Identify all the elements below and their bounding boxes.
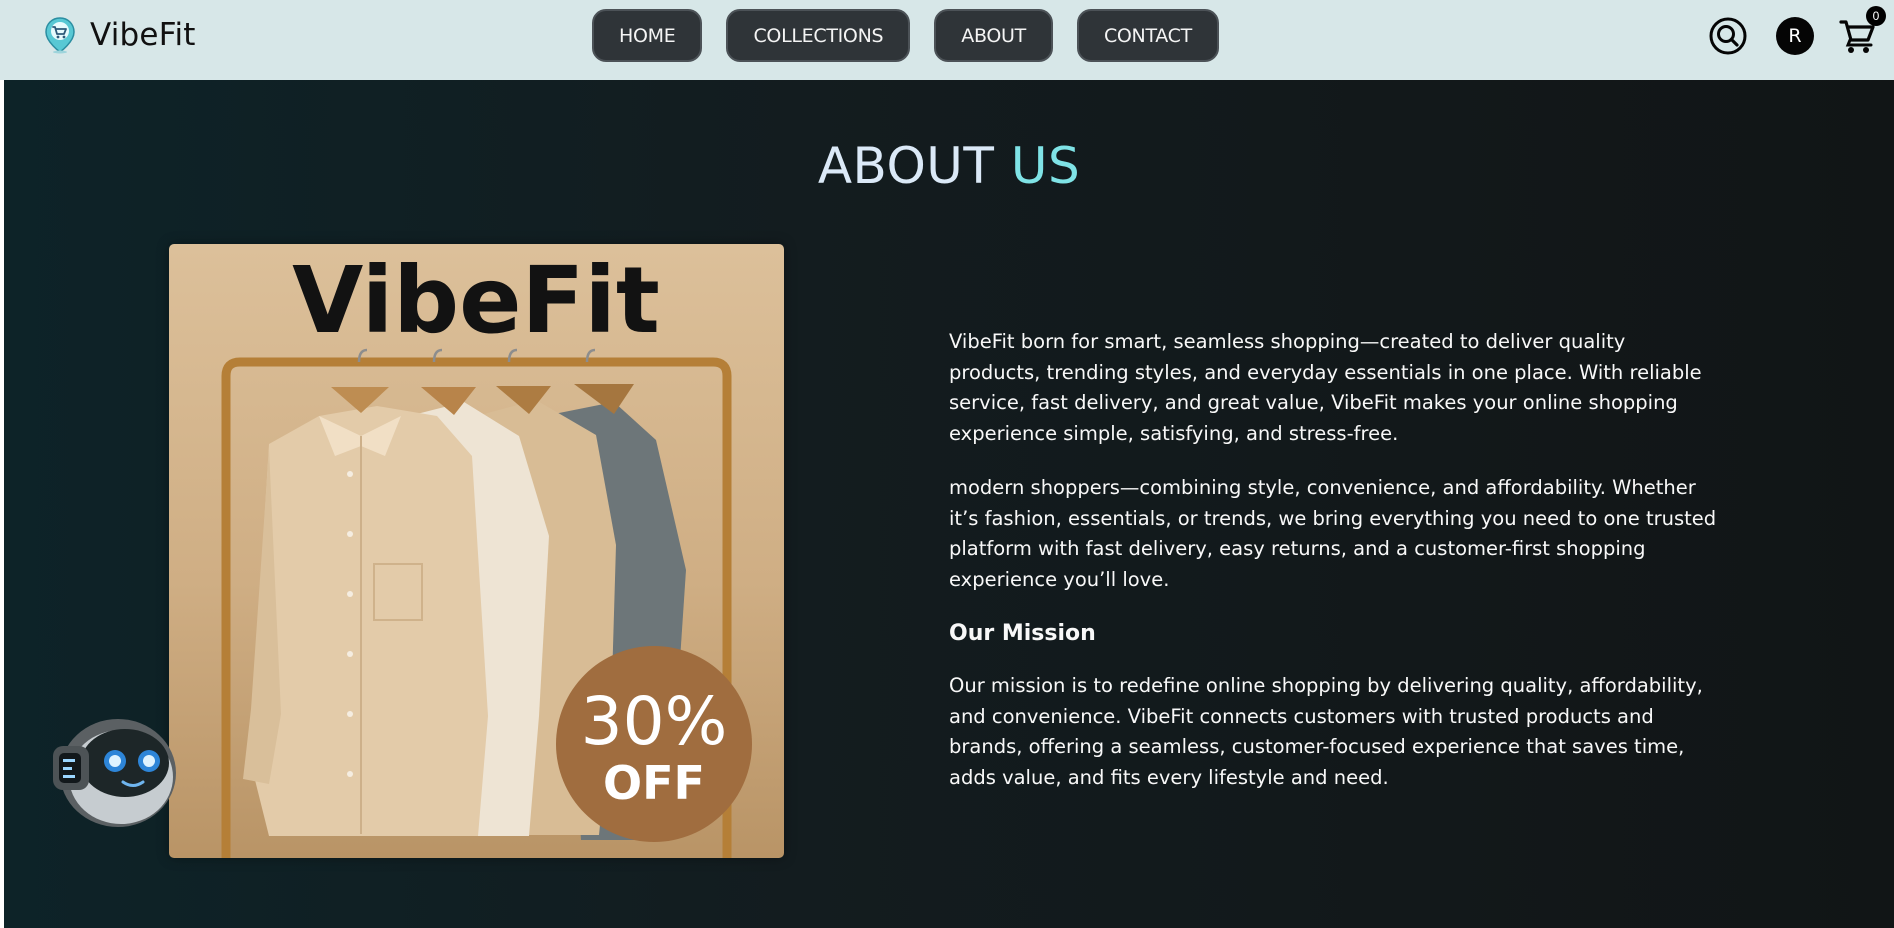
main-nav: HOME COLLECTIONS ABOUT CONTACT	[592, 9, 1219, 62]
mission-heading: Our Mission	[949, 621, 1096, 646]
nav-home-button[interactable]: HOME	[592, 9, 703, 62]
robot-chat-icon[interactable]	[43, 698, 181, 836]
title-part-about: ABOUT	[817, 136, 995, 195]
cart-count-badge: 0	[1866, 6, 1886, 26]
title-part-us: US	[1010, 136, 1081, 195]
navbar: VibeFit HOME COLLECTIONS ABOUT CONTACT R…	[0, 0, 1894, 80]
shirts-rack-illustration: VibeFit 30% OFF	[169, 244, 784, 858]
search-icon[interactable]	[1708, 16, 1748, 56]
map-pin-cart-icon	[45, 17, 75, 54]
brand-logo[interactable]: VibeFit	[44, 16, 196, 54]
nav-collections-button[interactable]: COLLECTIONS	[726, 9, 911, 62]
about-section: ABOUT US VibeFit 30% OFF VibeFit born fo…	[4, 80, 1894, 928]
about-paragraph-1: VibeFit born for smart, seamless shoppin…	[949, 330, 1702, 445]
discount-value: 30%	[581, 683, 728, 760]
page-title: ABOUT US	[4, 137, 1894, 195]
nav-contact-button[interactable]: CONTACT	[1076, 9, 1219, 62]
nav-about-button[interactable]: ABOUT	[934, 9, 1053, 62]
about-text: VibeFit born for smart, seamless shoppin…	[949, 327, 1719, 817]
hero-brand-text: VibeFit	[292, 247, 660, 354]
about-hero-image: VibeFit 30% OFF	[169, 244, 784, 858]
brand-name: VibeFit	[90, 17, 196, 53]
about-paragraph-2: modern shoppers—combining style, conveni…	[949, 476, 1717, 591]
user-avatar[interactable]: R	[1776, 17, 1814, 55]
discount-label: OFF	[603, 756, 705, 810]
mission-text: Our mission is to redefine online shoppi…	[949, 674, 1703, 789]
